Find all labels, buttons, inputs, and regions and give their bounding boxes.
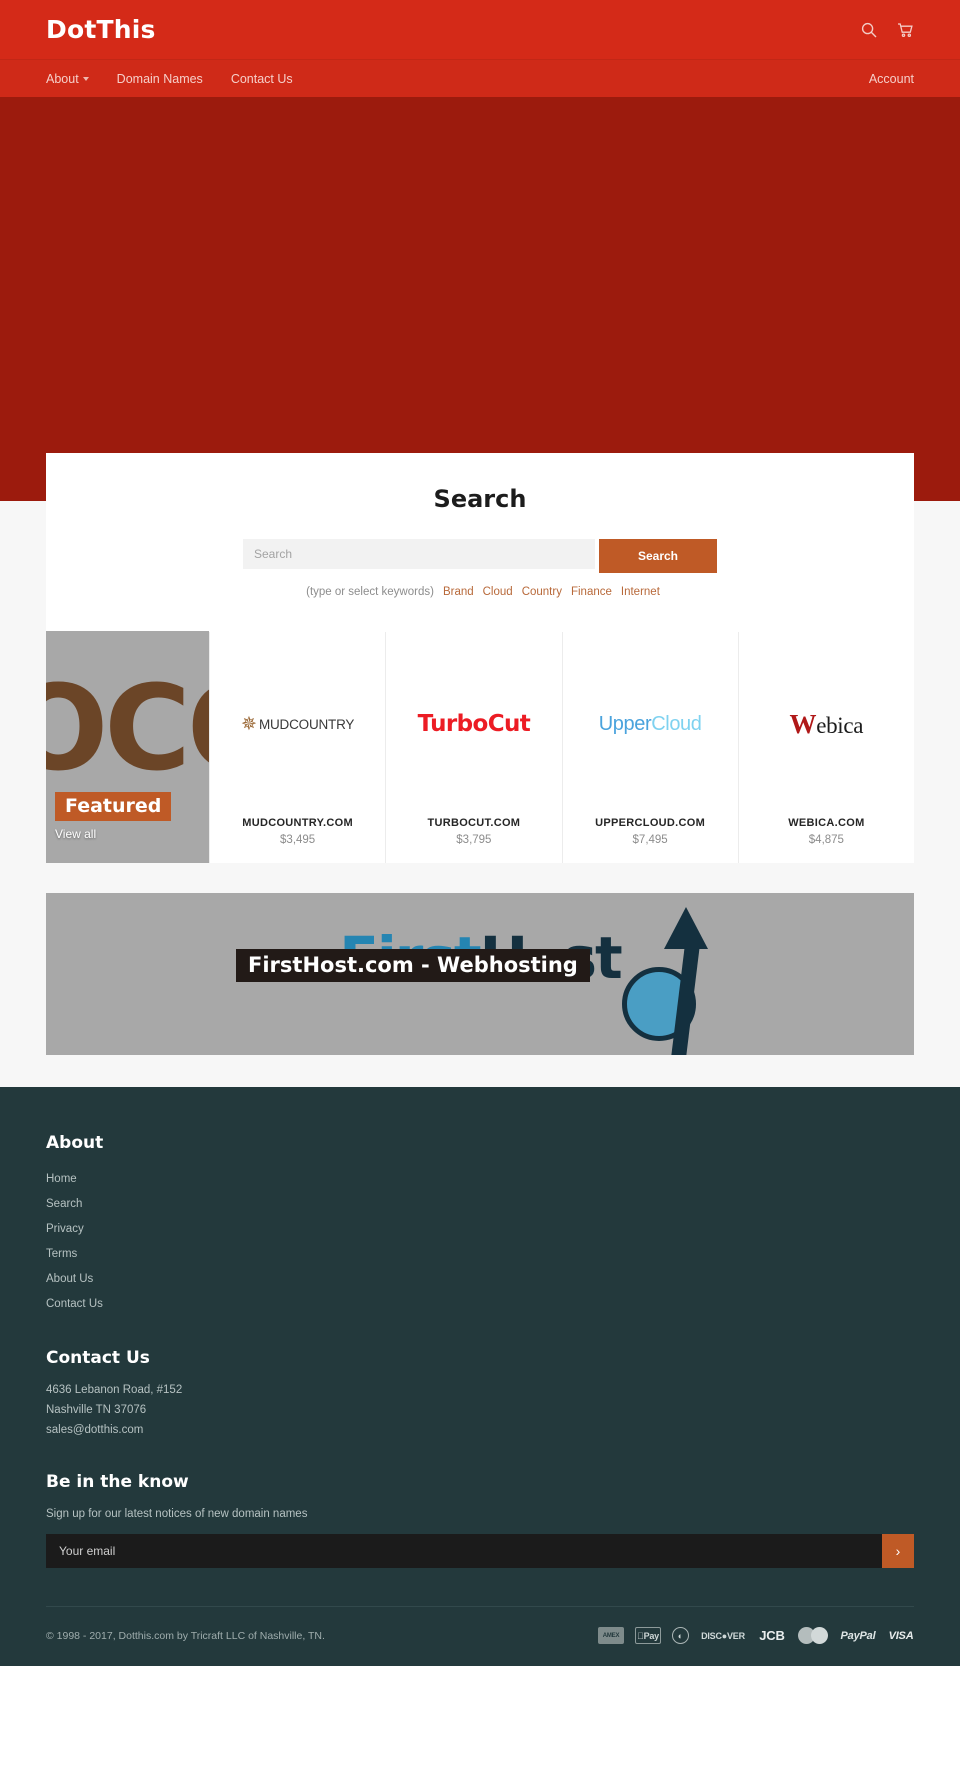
footer-link-terms[interactable]: Terms — [46, 1248, 77, 1260]
payment-icons: AMEX Pay ◐ DISC●VER JCB PayPal VISA — [598, 1627, 914, 1644]
featured-tile-art: OCO — [46, 659, 209, 797]
hero-banner — [0, 97, 960, 501]
featured-badge: Featured — [55, 792, 172, 821]
footer-newsletter-desc: Sign up for our latest notices of new do… — [46, 1508, 308, 1520]
discover-icon: DISC●VER — [701, 1630, 745, 1641]
promo-banner-firsthost[interactable]: FirstH st FirstHost.com - Webhosting — [46, 893, 914, 1055]
footer-contact-block: 4636 Lebanon Road, #152 Nashville TN 370… — [46, 1384, 914, 1436]
newsletter-email-input[interactable] — [46, 1534, 882, 1568]
product-card-turbocut[interactable]: TurboCut TURBOCUT.COM $3,795 — [385, 631, 562, 863]
product-title: UPPERCLOUD.COM — [595, 817, 706, 829]
keyword-list: (type or select keywords) Brand Cloud Co… — [46, 586, 914, 598]
cart-icon[interactable] — [897, 22, 914, 38]
visa-icon: VISA — [888, 1629, 914, 1642]
page-root: DotThis About Domain Names Contact Us Ac… — [0, 0, 960, 1666]
product-logo-uppercloud: UpperCloud — [563, 631, 738, 817]
logo-text-cloud: Cloud — [651, 712, 702, 735]
product-title: WEBICA.COM — [788, 817, 865, 829]
sun-icon: ✵ — [241, 713, 257, 735]
nav-item-about[interactable]: About — [46, 72, 89, 86]
nav-label: About — [46, 72, 79, 86]
view-all-link[interactable]: View all — [55, 827, 96, 841]
nav-item-account[interactable]: Account — [869, 72, 914, 86]
promo-section: FirstH st FirstHost.com - Webhosting — [0, 863, 960, 1087]
logo-text-w: W — [789, 708, 817, 739]
nav-item-domain-names[interactable]: Domain Names — [117, 72, 203, 86]
product-card-mudcountry[interactable]: ✵ MUDCOUNTRY MUDCOUNTRY.COM $3,495 — [209, 631, 386, 863]
logo-text-rest: ebica — [816, 712, 864, 738]
logo-text: TurboCut — [417, 711, 531, 737]
footer-link-search[interactable]: Search — [46, 1198, 82, 1210]
search-panel: Search Search (type or select keywords) … — [46, 453, 914, 632]
product-card-uppercloud[interactable]: UpperCloud UPPERCLOUD.COM $7,495 — [561, 631, 738, 863]
logo-text-upper: Upper — [598, 712, 652, 735]
search-icon[interactable] — [861, 22, 877, 38]
product-logo-mudcountry: ✵ MUDCOUNTRY — [210, 631, 385, 817]
product-card-webica[interactable]: Webica WEBICA.COM $4,875 — [737, 631, 914, 863]
footer-about-links: Home Search Privacy Terms About Us Conta… — [46, 1169, 914, 1312]
footer-address-line2: Nashville TN 37076 — [46, 1404, 147, 1416]
newsletter-form: › — [46, 1534, 914, 1568]
keyword-country[interactable]: Country — [522, 586, 562, 598]
nav-item-contact-us[interactable]: Contact Us — [231, 72, 293, 86]
apple-pay-icon: Pay — [635, 1627, 661, 1644]
footer-email[interactable]: sales@dotthis.com — [46, 1424, 914, 1436]
product-price: $3,495 — [280, 834, 316, 846]
product-price: $3,795 — [456, 834, 492, 846]
footer-link-privacy[interactable]: Privacy — [46, 1223, 84, 1235]
search-heading: Search — [433, 485, 527, 513]
amex-icon: AMEX — [598, 1627, 624, 1644]
chevron-down-icon — [82, 77, 89, 81]
diners-club-icon: ◐ — [672, 1627, 689, 1644]
site-header: DotThis — [0, 0, 960, 59]
search-input[interactable] — [243, 539, 595, 569]
footer-address-line1: 4636 Lebanon Road, #152 — [46, 1384, 183, 1396]
product-price: $4,875 — [808, 834, 844, 846]
product-price: $7,495 — [632, 834, 668, 846]
main-nav: About Domain Names Contact Us Account — [0, 59, 960, 97]
keyword-brand[interactable]: Brand — [443, 586, 474, 598]
keyword-cloud[interactable]: Cloud — [483, 586, 513, 598]
footer-link-about-us[interactable]: About Us — [46, 1273, 93, 1285]
footer-about-heading: About — [46, 1133, 104, 1153]
search-submit-button[interactable]: Search — [599, 539, 717, 573]
search-form: Search — [46, 539, 914, 573]
featured-tile[interactable]: OCO Featured View all — [46, 631, 209, 863]
keyword-hint: (type or select keywords) — [306, 586, 434, 598]
keyword-internet[interactable]: Internet — [621, 586, 660, 598]
site-footer: About Home Search Privacy Terms About Us… — [0, 1087, 960, 1666]
chevron-right-icon: › — [895, 1543, 901, 1559]
product-logo-webica: Webica — [739, 631, 914, 817]
newsletter-submit-button[interactable]: › — [882, 1534, 914, 1568]
featured-grid: OCO Featured View all ✵ MUDCOUNTRY MUDCO… — [46, 631, 914, 863]
promo-banner-label: FirstHost.com - Webhosting — [236, 949, 590, 982]
logo-text: MUDCOUNTRY — [258, 716, 355, 732]
jcb-icon: JCB — [759, 1628, 785, 1643]
keyword-finance[interactable]: Finance — [571, 586, 612, 598]
mastercard-icon — [798, 1627, 828, 1644]
footer-link-contact-us[interactable]: Contact Us — [46, 1298, 103, 1310]
footer-contact-heading: Contact Us — [46, 1348, 150, 1368]
paypal-icon: PayPal — [840, 1629, 876, 1642]
product-logo-turbocut: TurboCut — [386, 631, 561, 817]
footer-newsletter-heading: Be in the know — [46, 1472, 189, 1492]
product-title: TURBOCUT.COM — [427, 817, 521, 829]
site-logo[interactable]: DotThis — [46, 15, 156, 44]
footer-bottom-bar: © 1998 - 2017, Dotthis.com by Tricraft L… — [46, 1606, 914, 1666]
arrow-up-icon — [664, 907, 708, 949]
footer-link-home[interactable]: Home — [46, 1173, 77, 1185]
product-title: MUDCOUNTRY.COM — [242, 817, 353, 829]
copyright-text: © 1998 - 2017, Dotthis.com by Tricraft L… — [46, 1629, 325, 1642]
